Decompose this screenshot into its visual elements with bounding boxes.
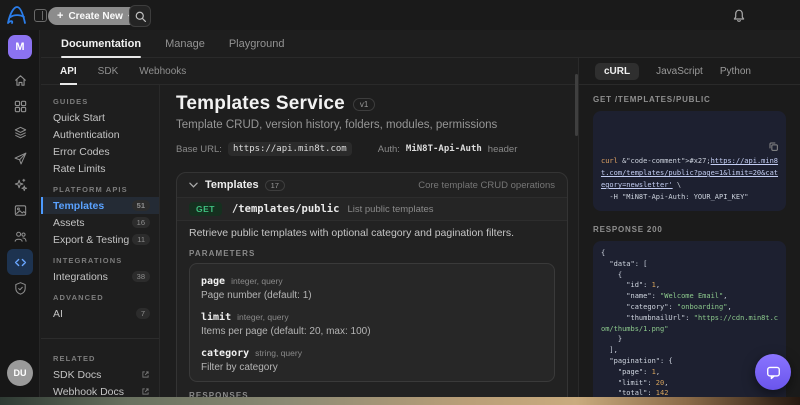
auth-suffix: header bbox=[487, 143, 518, 155]
sidebar-item-error-codes[interactable]: Error Codes bbox=[41, 143, 159, 160]
home-icon[interactable] bbox=[7, 67, 33, 93]
app-window: + Create New M DU Documentation Manage P… bbox=[0, 0, 800, 398]
app-logo-icon[interactable] bbox=[5, 4, 29, 26]
tab-documentation[interactable]: Documentation bbox=[61, 30, 142, 58]
sidebar-item-export-testing[interactable]: Export & Testing 11 bbox=[41, 231, 159, 248]
external-link-icon bbox=[141, 387, 150, 396]
page-title: Templates Service bbox=[176, 93, 345, 114]
tab-python[interactable]: Python bbox=[720, 66, 751, 77]
parameters-label: PARAMETERS bbox=[189, 248, 256, 258]
sidebar-item-sdk-docs[interactable]: SDK Docs bbox=[41, 366, 159, 383]
count-badge: 51 bbox=[131, 200, 150, 211]
section-label-platform-apis: PLATFORM APIS bbox=[53, 185, 128, 194]
endpoint-description: Retrieve public templates with optional … bbox=[189, 227, 515, 239]
curl-code-block: curl &"code-comment">#x27;https://api.mi… bbox=[593, 111, 786, 211]
user-avatar[interactable]: DU bbox=[7, 360, 33, 386]
main-content: Templates Service v1 Template CRUD, vers… bbox=[160, 85, 578, 398]
layers-icon[interactable] bbox=[7, 119, 33, 145]
chat-fab-button[interactable] bbox=[755, 354, 791, 390]
apps-grid-icon[interactable] bbox=[7, 93, 33, 119]
section-label-integrations: INTEGRATIONS bbox=[53, 256, 123, 265]
request-label: GET /TEMPLATES/PUBLIC bbox=[593, 95, 711, 104]
search-icon bbox=[135, 11, 146, 22]
chat-bubble-icon bbox=[766, 366, 780, 379]
tab-playground[interactable]: Playground bbox=[229, 30, 285, 58]
plus-icon: + bbox=[57, 10, 64, 22]
group-count-badge: 17 bbox=[264, 179, 285, 191]
tab-javascript[interactable]: JavaScript bbox=[656, 66, 703, 77]
service-meta: Base URL: https://api.min8t.com Auth: Mi… bbox=[176, 142, 568, 156]
sidebar-item-ai[interactable]: AI 7 bbox=[41, 305, 159, 322]
param-limit: limit integer, query Items per page (defa… bbox=[201, 311, 371, 337]
count-badge: 38 bbox=[131, 271, 150, 282]
sidebar-item-integrations[interactable]: Integrations 38 bbox=[41, 268, 159, 285]
count-badge: 7 bbox=[135, 308, 150, 319]
sidebar-toggle-icon[interactable] bbox=[34, 9, 47, 22]
topbar: + Create New bbox=[0, 0, 800, 30]
image-icon[interactable] bbox=[7, 197, 33, 223]
section-label-guides: GUIDES bbox=[53, 97, 89, 106]
code-panel: cURL JavaScript Python GET /TEMPLATES/PU… bbox=[578, 58, 800, 398]
external-link-icon bbox=[141, 370, 150, 379]
sidebar-item-webhook-docs[interactable]: Webhook Docs bbox=[41, 383, 159, 398]
docs-sidebar: GUIDES Quick Start Authentication Error … bbox=[41, 85, 160, 398]
section-label-related: RELATED bbox=[53, 354, 96, 363]
count-badge: 16 bbox=[131, 217, 150, 228]
sidebar-item-rate-limits[interactable]: Rate Limits bbox=[41, 160, 159, 177]
page-subtitle: Template CRUD, version history, folders,… bbox=[176, 119, 498, 131]
param-category: category string, query Filter by category bbox=[201, 347, 302, 373]
method-badge: GET bbox=[189, 202, 222, 216]
endpoint-path: /templates/public bbox=[231, 203, 340, 215]
endpoint-summary: List public templates bbox=[347, 203, 434, 215]
param-page: page integer, query Page number (default:… bbox=[201, 275, 312, 301]
sidebar-item-assets[interactable]: Assets 16 bbox=[41, 214, 159, 231]
users-icon[interactable] bbox=[7, 223, 33, 249]
chevron-down-icon bbox=[189, 182, 198, 188]
bell-icon bbox=[733, 9, 745, 22]
endpoint-row[interactable]: GET /templates/public List public templa… bbox=[177, 198, 567, 221]
code-icon[interactable] bbox=[7, 249, 33, 275]
sparkles-icon[interactable] bbox=[7, 171, 33, 197]
group-description: Core template CRUD operations bbox=[418, 179, 555, 191]
version-badge: v1 bbox=[352, 97, 376, 111]
response-label: RESPONSE 200 bbox=[593, 225, 663, 234]
notifications-button[interactable] bbox=[731, 8, 747, 24]
subtab-webhooks[interactable]: Webhooks bbox=[139, 58, 186, 85]
tab-manage[interactable]: Manage bbox=[165, 30, 205, 58]
send-icon[interactable] bbox=[7, 145, 33, 171]
icon-rail: M DU bbox=[0, 30, 40, 398]
group-name: Templates bbox=[205, 179, 259, 191]
primary-tabs: Documentation Manage Playground bbox=[41, 30, 800, 58]
section-label-advanced: ADVANCED bbox=[53, 293, 104, 302]
secondary-tabs: API SDK Webhooks bbox=[41, 58, 578, 85]
auth-label: Auth: bbox=[377, 143, 400, 155]
language-tabs: cURL JavaScript Python bbox=[579, 58, 800, 85]
base-url-label: Base URL: bbox=[176, 143, 222, 155]
auth-value: MiN8T-Api-Auth bbox=[405, 144, 482, 154]
sidebar-item-quick-start[interactable]: Quick Start bbox=[41, 109, 159, 126]
count-badge: 11 bbox=[132, 234, 150, 245]
related-section: RELATED SDK Docs Webhook Docs API Keys bbox=[41, 338, 159, 398]
search-button[interactable] bbox=[129, 5, 151, 27]
base-url-value: https://api.min8t.com bbox=[227, 142, 352, 156]
group-header[interactable]: Templates 17 Core template CRUD operatio… bbox=[177, 173, 567, 198]
endpoint-group-card: Templates 17 Core template CRUD operatio… bbox=[176, 172, 568, 398]
tab-curl[interactable]: cURL bbox=[595, 62, 640, 80]
shield-icon[interactable] bbox=[7, 275, 33, 301]
parameters-box: page integer, query Page number (default:… bbox=[189, 262, 555, 382]
sidebar-item-templates[interactable]: Templates 51 bbox=[41, 197, 159, 214]
sidebar-item-authentication[interactable]: Authentication bbox=[41, 126, 159, 143]
workspace-avatar[interactable]: M bbox=[8, 35, 32, 59]
subtab-api[interactable]: API bbox=[60, 58, 77, 85]
desktop-wallpaper-strip bbox=[0, 397, 800, 405]
subtab-sdk[interactable]: SDK bbox=[98, 58, 119, 85]
copy-icon[interactable] bbox=[768, 117, 779, 151]
create-new-label: Create New bbox=[68, 10, 123, 22]
